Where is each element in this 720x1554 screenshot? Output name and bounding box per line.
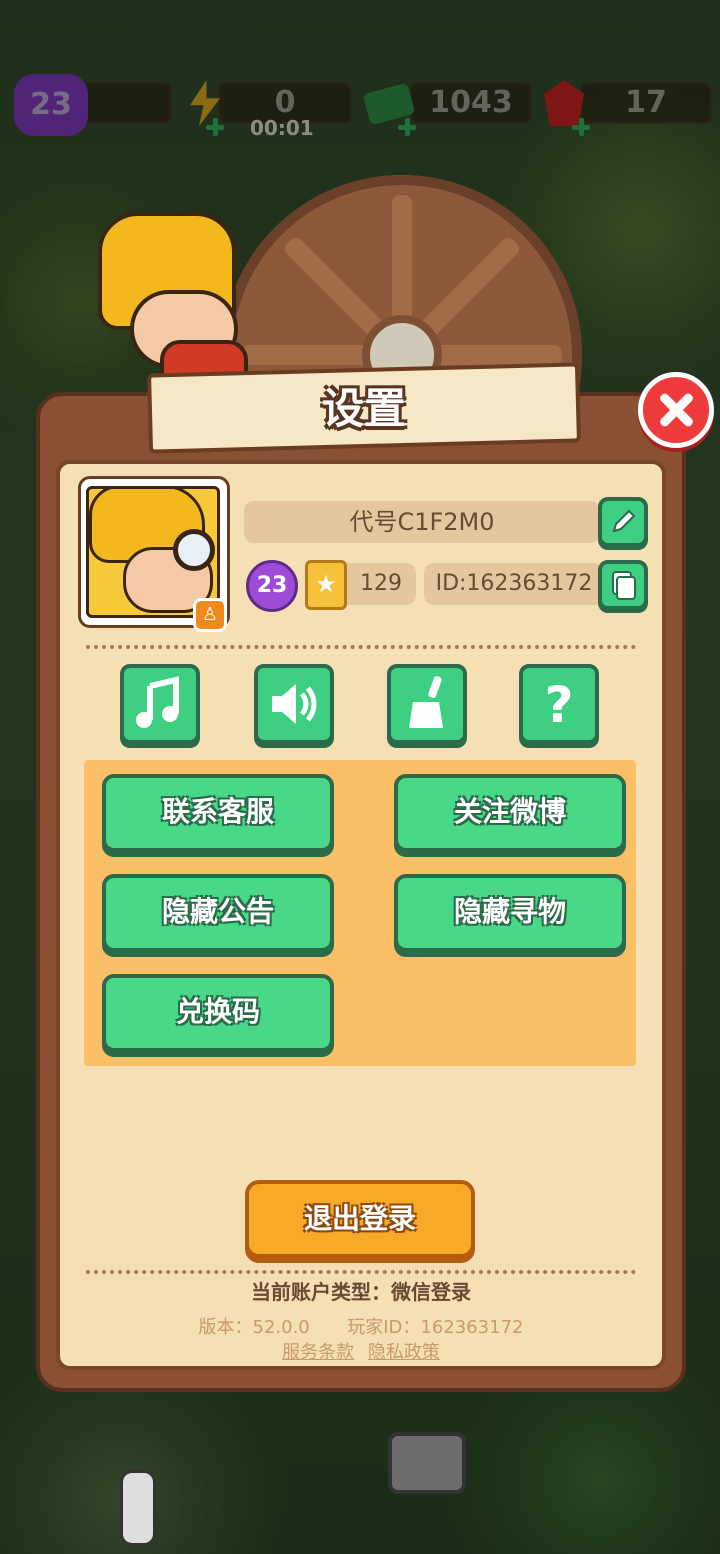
policy-links: 服务条款 隐私政策 bbox=[56, 1338, 666, 1364]
close-button[interactable] bbox=[638, 372, 714, 448]
player-id: ID:162363172 bbox=[424, 563, 604, 605]
version-info: 版本：52.0.0 玩家ID：162363172 bbox=[56, 1313, 666, 1339]
terms-link[interactable]: 服务条款 bbox=[282, 1342, 354, 1363]
edit-name-button[interactable] bbox=[598, 497, 648, 547]
player-level-badge: 23 bbox=[246, 560, 298, 612]
svg-text:?: ? bbox=[544, 676, 573, 734]
broom-icon bbox=[409, 676, 443, 728]
redeem-code-button[interactable]: 兑换码 bbox=[102, 974, 334, 1052]
follow-weibo-button[interactable]: 关注微博 bbox=[394, 774, 626, 852]
clean-cache-button[interactable] bbox=[387, 664, 467, 744]
security-camera-decoration bbox=[388, 1432, 466, 1494]
divider bbox=[86, 1270, 636, 1274]
version-label: 版本：52.0.0 bbox=[198, 1317, 310, 1338]
hide-notice-button[interactable]: 隐藏公告 bbox=[102, 874, 334, 952]
music-toggle-button[interactable] bbox=[120, 664, 200, 744]
music-icon bbox=[136, 676, 179, 728]
logout-button[interactable]: 退出登录 bbox=[245, 1180, 475, 1258]
account-type: 当前账户类型：微信登录 bbox=[251, 1280, 471, 1304]
copy-id-button[interactable] bbox=[598, 560, 648, 610]
divider bbox=[86, 645, 636, 649]
hide-find-button[interactable]: 隐藏寻物 bbox=[394, 874, 626, 952]
copy-icon bbox=[612, 571, 636, 600]
dialog-title: 设置 bbox=[321, 384, 406, 433]
player-id-label: 玩家ID：162363172 bbox=[347, 1317, 524, 1338]
sound-toggle-button[interactable] bbox=[254, 664, 334, 744]
change-outfit-icon[interactable]: ♙ bbox=[193, 598, 227, 632]
star-card-icon: ★ bbox=[305, 560, 347, 610]
pencil-icon bbox=[612, 509, 636, 533]
privacy-link[interactable]: 隐私政策 bbox=[368, 1342, 440, 1363]
contact-support-button[interactable]: 联系客服 bbox=[102, 774, 334, 852]
help-button[interactable]: ? bbox=[519, 664, 599, 744]
help-icon: ? bbox=[544, 676, 573, 734]
player-name: 代号C1F2M0 bbox=[244, 501, 600, 543]
speaker-icon bbox=[272, 684, 317, 724]
lamp-decoration bbox=[120, 1470, 156, 1546]
